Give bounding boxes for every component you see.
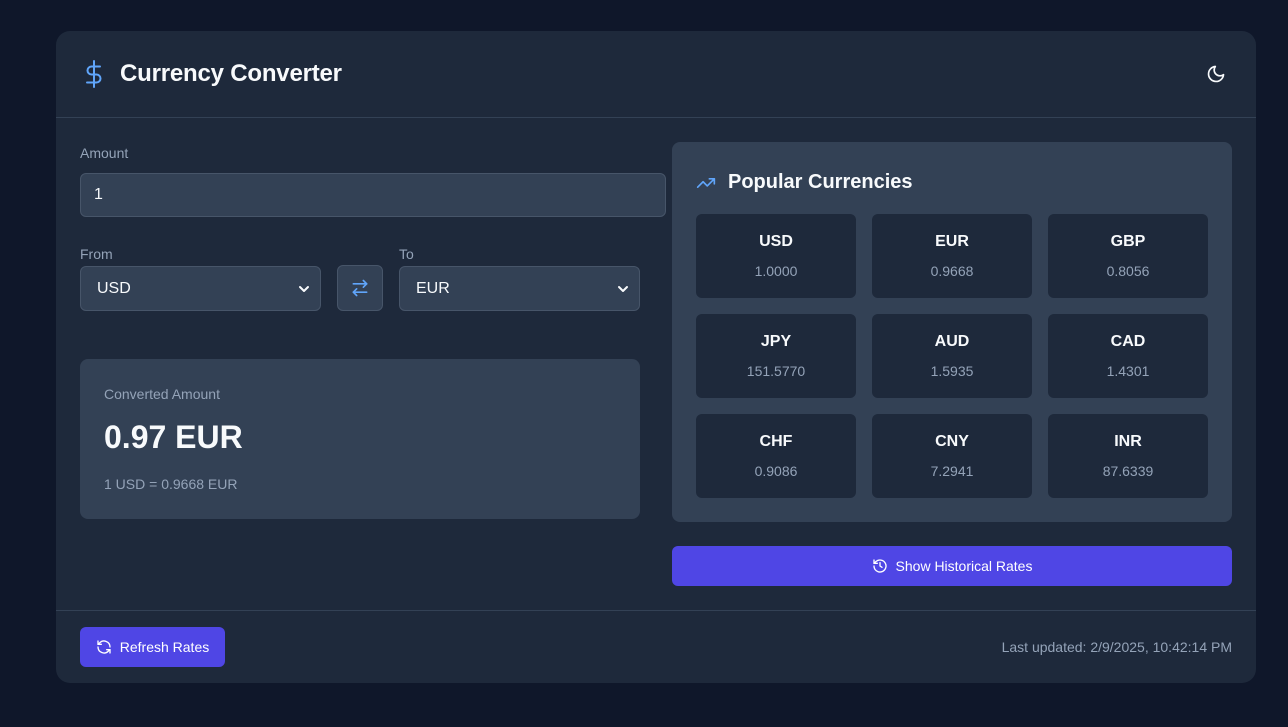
converted-amount-value: 0.97 EUR <box>104 419 243 455</box>
currency-tile-cad[interactable]: CAD 1.4301 <box>1048 314 1208 398</box>
to-currency-select[interactable]: EUR <box>399 266 640 311</box>
currency-tile-cny[interactable]: CNY 7.2941 <box>872 414 1032 498</box>
refresh-rates-label: Refresh Rates <box>119 639 210 655</box>
footer: Refresh Rates Last updated: 2/9/2025, 10… <box>56 610 1256 683</box>
currency-rate: 151.5770 <box>746 363 806 379</box>
refresh-icon <box>97 640 111 654</box>
swap-arrows-icon <box>352 279 368 297</box>
popular-currencies-title: Popular Currencies <box>728 171 913 193</box>
moon-icon <box>1207 65 1225 83</box>
to-label: To <box>399 246 414 262</box>
currency-rate: 0.9086 <box>754 463 798 479</box>
chevron-down-icon <box>618 286 628 292</box>
currency-tile-inr[interactable]: INR 87.6339 <box>1048 414 1208 498</box>
currency-rate: 1.5935 <box>930 363 974 379</box>
from-label: From <box>80 246 113 262</box>
dollar-sign-icon <box>86 60 102 88</box>
from-currency-value: USD <box>97 279 131 297</box>
amount-input[interactable] <box>80 173 666 217</box>
currency-rate: 1.0000 <box>754 263 798 279</box>
currency-code: EUR <box>935 233 969 250</box>
exchange-rate-text: 1 USD = 0.9668 EUR <box>104 476 238 492</box>
currency-code: CAD <box>1110 333 1146 350</box>
amount-label: Amount <box>80 145 129 161</box>
currency-code: AUD <box>934 333 970 350</box>
currency-code: CHF <box>759 433 793 450</box>
currency-rate: 7.2941 <box>930 463 974 479</box>
theme-toggle-button[interactable] <box>1204 62 1228 86</box>
currency-tile-eur[interactable]: EUR 0.9668 <box>872 214 1032 298</box>
currency-tile-aud[interactable]: AUD 1.5935 <box>872 314 1032 398</box>
currency-code: CNY <box>935 433 969 450</box>
currency-tile-gbp[interactable]: GBP 0.8056 <box>1048 214 1208 298</box>
to-currency-value: EUR <box>416 279 450 297</box>
show-historical-rates-label: Show Historical Rates <box>895 558 1033 574</box>
swap-currencies-button[interactable] <box>337 265 383 311</box>
currency-code: USD <box>759 233 793 250</box>
currency-rate: 0.9668 <box>930 263 974 279</box>
last-updated-text: Last updated: 2/9/2025, 10:42:14 PM <box>1001 639 1232 655</box>
currency-rate: 0.8056 <box>1106 263 1150 279</box>
converted-amount-panel: Converted Amount 0.97 EUR 1 USD = 0.9668… <box>80 359 640 519</box>
currency-tile-jpy[interactable]: JPY 151.5770 <box>696 314 856 398</box>
currency-rate: 87.6339 <box>1102 463 1154 479</box>
chevron-down-icon <box>299 286 309 292</box>
show-historical-rates-button[interactable]: Show Historical Rates <box>672 546 1232 586</box>
trending-up-icon <box>696 178 716 188</box>
converted-amount-label: Converted Amount <box>104 386 220 402</box>
currency-tile-chf[interactable]: CHF 0.9086 <box>696 414 856 498</box>
header: Currency Converter <box>56 31 1256 118</box>
currency-code: GBP <box>1110 233 1146 250</box>
currency-code: INR <box>1114 433 1142 450</box>
history-icon <box>872 559 887 573</box>
currency-code: JPY <box>760 333 792 350</box>
currency-rate: 1.4301 <box>1106 363 1150 379</box>
converter-card: Currency Converter Amount From USD To EU… <box>56 31 1256 683</box>
app-title: Currency Converter <box>120 60 342 87</box>
currency-tile-usd[interactable]: USD 1.0000 <box>696 214 856 298</box>
from-currency-select[interactable]: USD <box>80 266 321 311</box>
refresh-rates-button[interactable]: Refresh Rates <box>80 627 225 667</box>
popular-currencies-panel: Popular Currencies USD 1.0000 EUR 0.9668… <box>672 142 1232 522</box>
